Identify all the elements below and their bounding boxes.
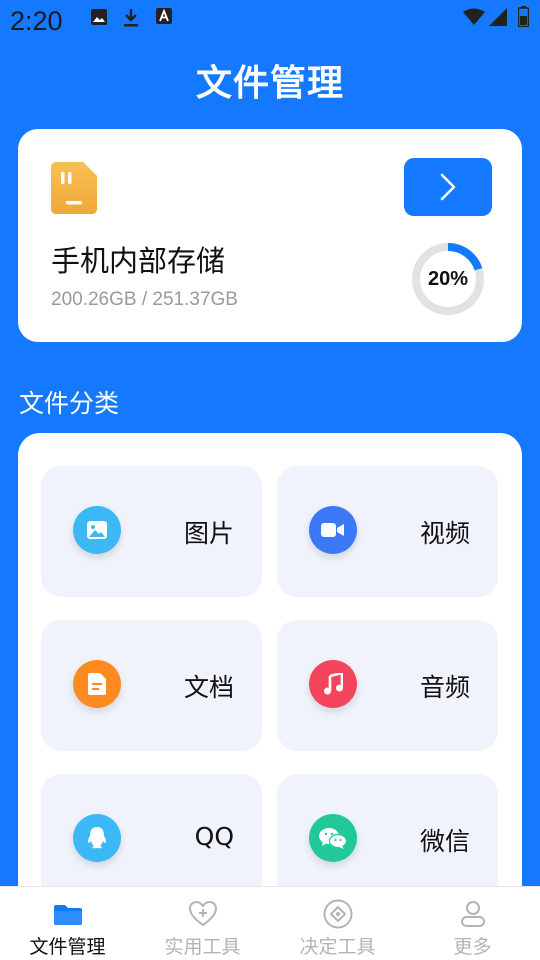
image-icon: [73, 506, 121, 554]
category-label: 微信: [419, 827, 470, 856]
category-tile-qq[interactable]: QQ: [41, 774, 262, 903]
category-tile-wechat[interactable]: 微信: [277, 774, 498, 903]
folder-icon: [52, 899, 84, 929]
heart-plus-icon: [187, 899, 219, 929]
video-icon: [309, 506, 357, 554]
category-label: 视频: [419, 519, 470, 548]
nav-item-decision-tools[interactable]: 决定工具: [270, 887, 405, 960]
category-label: 音频: [419, 673, 470, 702]
category-label: 文档: [183, 673, 234, 702]
wifi-icon: [463, 8, 485, 30]
qq-icon: [73, 814, 121, 862]
usage-percent: 20%: [427, 268, 469, 290]
nav-item-more[interactable]: 更多: [405, 887, 540, 960]
category-panel: 图片 视频 文档 音频 QQ 微信: [18, 433, 522, 903]
category-label: 图片: [183, 519, 234, 548]
bottom-nav: 文件管理 实用工具 决定工具 更多: [0, 886, 540, 960]
nav-label: 更多: [453, 936, 492, 958]
battery-icon: [517, 6, 530, 31]
compass-icon: [322, 899, 354, 929]
storage-size: 200.26GB / 251.37GB: [51, 289, 238, 310]
sd-card-icon: [51, 162, 97, 214]
category-tile-images[interactable]: 图片: [41, 466, 262, 597]
status-bar: 2:20: [0, 0, 540, 46]
download-notification-icon: [122, 8, 140, 32]
nav-label: 决定工具: [299, 936, 376, 958]
chevron-right-icon: [440, 173, 456, 201]
storage-card[interactable]: 手机内部存储 200.26GB / 251.37GB 20%: [18, 129, 522, 342]
page-title: 文件管理: [195, 63, 344, 104]
storage-name: 手机内部存储: [51, 244, 226, 278]
category-tile-documents[interactable]: 文档: [41, 620, 262, 751]
document-icon: [73, 660, 121, 708]
category-tile-audio[interactable]: 音频: [277, 620, 498, 751]
person-icon: [457, 899, 489, 929]
wechat-icon: [309, 814, 357, 862]
storage-open-button[interactable]: [404, 158, 492, 216]
music-icon: [309, 660, 357, 708]
status-time: 2:20: [10, 6, 63, 36]
gallery-notification-icon: [90, 8, 108, 30]
nav-label: 实用工具: [164, 936, 241, 958]
text-notification-icon: [156, 8, 172, 28]
section-title: 文件分类: [19, 389, 120, 418]
signal-icon: [489, 8, 507, 30]
category-tile-video[interactable]: 视频: [277, 466, 498, 597]
category-label: QQ: [194, 822, 234, 851]
nav-item-file-manager[interactable]: 文件管理: [0, 887, 135, 960]
nav-item-utilities[interactable]: 实用工具: [135, 887, 270, 960]
nav-label: 文件管理: [29, 936, 106, 958]
